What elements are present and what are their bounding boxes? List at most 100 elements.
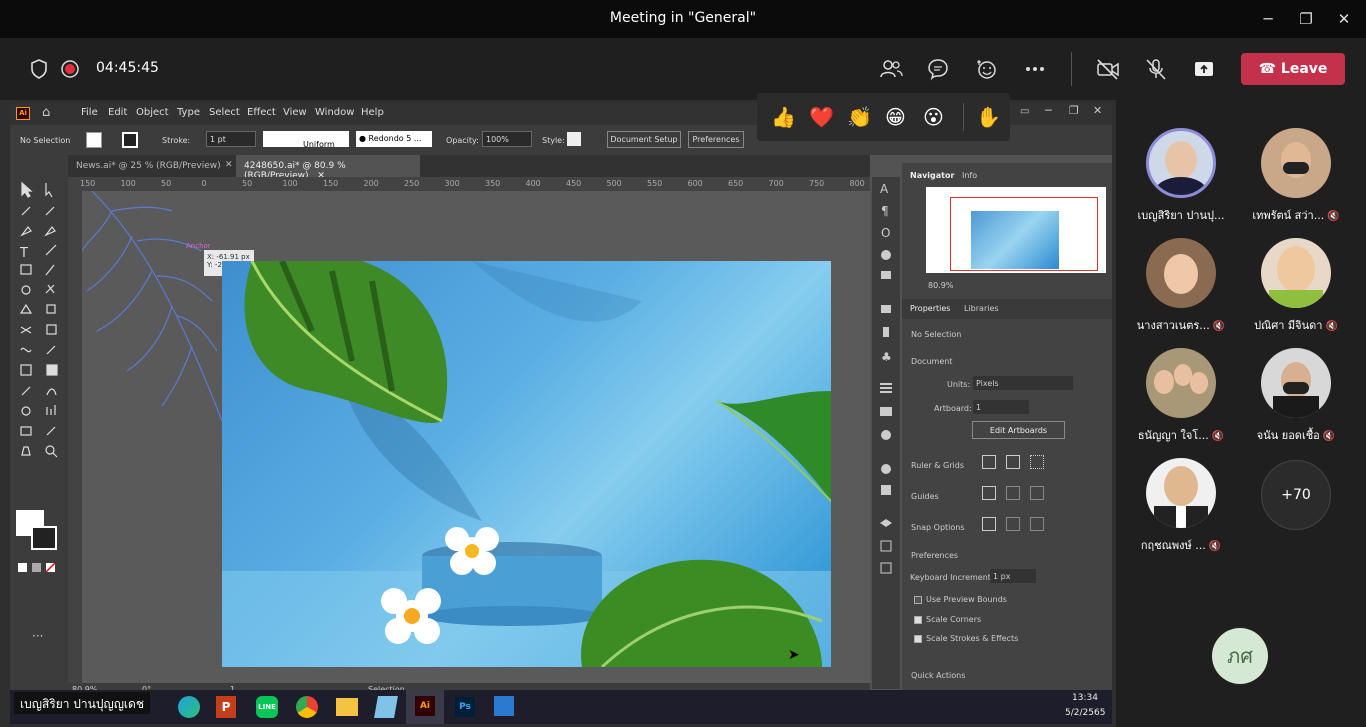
mouse-cursor-icon: ➤	[788, 647, 800, 663]
illustrator-taskbar-button[interactable]: Ai	[406, 690, 444, 724]
applause-reaction-icon[interactable]: 👏	[847, 105, 872, 129]
brush-select[interactable]: ● Redondo 5 ...	[356, 131, 432, 147]
tab-news-close-icon[interactable]: ✕	[225, 160, 233, 170]
close-button[interactable]: ✕	[1329, 6, 1359, 32]
tab-4248650[interactable]: 4248650.ai* @ 80.9 % (RGB/Preview) ✕	[236, 155, 420, 181]
transparency-grid-icon[interactable]	[1030, 455, 1044, 469]
smart-guides-icon[interactable]	[1030, 486, 1044, 500]
menu-object[interactable]: Object	[136, 107, 169, 118]
style-swatch[interactable]	[567, 132, 581, 146]
participant-tile[interactable]: นางสาวเนตร... 🔇	[1126, 238, 1236, 342]
scale-corners-label: Scale Corners	[926, 615, 982, 624]
home-icon[interactable]: ⌂	[42, 105, 50, 120]
opacity-input[interactable]: 100%	[482, 131, 532, 147]
mic-off-icon[interactable]	[1143, 56, 1169, 82]
menu-view[interactable]: View	[283, 107, 307, 118]
ai-maximize-button[interactable]: ❐	[1069, 104, 1079, 117]
fill-swatch[interactable]	[86, 132, 102, 148]
line-icon[interactable]: LINE	[256, 696, 278, 718]
tab-news[interactable]: News.ai* @ 25 % (RGB/Preview)	[76, 161, 221, 171]
tab-navigator[interactable]: Navigator	[910, 171, 954, 180]
svg-text:A: A	[880, 182, 889, 196]
artboard-select[interactable]: 1	[973, 400, 1029, 414]
menu-window[interactable]: Window	[315, 107, 354, 118]
use-preview-bounds-checkbox[interactable]: Use Preview Bounds	[914, 595, 1007, 604]
scale-corners-checkbox[interactable]: Scale Corners	[914, 615, 981, 624]
heart-reaction-icon[interactable]: ❤️	[809, 105, 834, 129]
arrange-icon[interactable]: ▭	[1020, 106, 1029, 117]
photoshop-icon[interactable]: Ps	[455, 697, 475, 717]
self-avatar[interactable]: ภศ	[1212, 628, 1268, 684]
chat-icon[interactable]	[925, 56, 951, 82]
edge-icon[interactable]	[178, 696, 200, 718]
surprised-reaction-icon[interactable]: 😮	[923, 105, 944, 129]
photos-icon[interactable]	[494, 696, 514, 716]
menu-help[interactable]: Help	[361, 107, 384, 118]
participant-tile[interactable]: เทพรัตน์ สว่า... 🔇	[1241, 128, 1351, 232]
snap-glyph-icon[interactable]	[1030, 517, 1044, 531]
minimize-button[interactable]: ─	[1253, 6, 1283, 32]
ruler-tick-label: 650	[728, 179, 744, 188]
participant-tile[interactable]: จนัน ยอดเชื้อ 🔇	[1241, 348, 1351, 452]
people-icon[interactable]	[878, 56, 904, 82]
snap-pixel-icon[interactable]	[1006, 517, 1020, 531]
snap-point-icon[interactable]	[982, 517, 996, 531]
navigator-preview[interactable]	[926, 187, 1106, 273]
participant-name-text: กฤชณพงษ์ ...	[1140, 539, 1206, 552]
tab-libraries[interactable]: Libraries	[964, 304, 999, 313]
ruler-tick-label: 0	[201, 179, 207, 188]
navigator-zoom[interactable]: 80.9%	[928, 281, 953, 290]
artwork-illustration	[222, 261, 831, 667]
ai-close-button[interactable]: ✕	[1093, 104, 1102, 117]
keyboard-increment-input[interactable]: 1 px	[990, 569, 1036, 583]
participant-tile[interactable]: ธนัญญา ใจโ... 🔇	[1126, 348, 1236, 452]
canvas[interactable]: Anchor X: -61.91 px Y: -26.28 px	[82, 191, 870, 683]
app-icon[interactable]	[374, 696, 398, 718]
edit-artboards-button[interactable]: Edit Artboards	[972, 421, 1065, 439]
participant-tile[interactable]: เบญสิริยา ปานปุ...	[1126, 128, 1236, 232]
tools-icon-grid[interactable]: T ···	[10, 155, 68, 675]
reactions-icon[interactable]	[973, 56, 999, 82]
powerpoint-icon[interactable]: P	[216, 696, 236, 718]
participant-tile[interactable]: ปณิศา มีจินดา 🔇	[1241, 238, 1351, 342]
laugh-reaction-icon[interactable]: 😁	[885, 105, 906, 129]
guides-label: Guides	[911, 492, 939, 501]
chrome-icon[interactable]	[296, 696, 318, 718]
like-reaction-icon[interactable]: 👍	[771, 105, 796, 129]
more-icon[interactable]	[1022, 56, 1048, 82]
participant-name: จนัน ยอดเชื้อ 🔇	[1241, 426, 1351, 444]
scale-strokes-checkbox[interactable]: Scale Strokes & Effects	[914, 634, 1018, 643]
stroke-weight-input[interactable]: 1 pt	[206, 131, 256, 147]
share-icon[interactable]	[1191, 56, 1217, 82]
presenter-name-label: เบญสิริยา ปานปุญญเดช	[14, 692, 150, 714]
stroke-swatch[interactable]	[122, 132, 138, 148]
ai-minimize-button[interactable]: ─	[1045, 104, 1052, 117]
maximize-button[interactable]: ❐	[1291, 6, 1321, 32]
panel-icons[interactable]: A ¶ O ♣	[872, 177, 900, 689]
tab-info[interactable]: Info	[962, 171, 977, 180]
menu-select[interactable]: Select	[209, 107, 240, 118]
menu-edit[interactable]: Edit	[108, 107, 127, 118]
leaf-outline-selection[interactable]	[82, 191, 232, 431]
leave-button[interactable]: ☎ Leave	[1241, 53, 1345, 85]
artboard[interactable]	[222, 261, 831, 667]
raise-hand-icon[interactable]: ✋	[976, 105, 1001, 129]
preferences-button[interactable]: Preferences	[688, 131, 744, 148]
grid-toggle-icon[interactable]	[1006, 455, 1020, 469]
menu-effect[interactable]: Effect	[247, 107, 276, 118]
show-guides-icon[interactable]	[982, 486, 996, 500]
participant-tile[interactable]: กฤชณพงษ์ ... 🔇	[1126, 458, 1236, 562]
menu-file[interactable]: File	[81, 107, 98, 118]
lock-guides-icon[interactable]	[1006, 486, 1020, 500]
units-select[interactable]: Pixels	[973, 376, 1073, 390]
tab-properties[interactable]: Properties	[910, 304, 950, 313]
file-explorer-icon[interactable]	[336, 698, 358, 716]
camera-off-icon[interactable]	[1095, 56, 1121, 82]
ruler-tick-label: 600	[687, 179, 703, 188]
more-participants-button[interactable]: +70	[1261, 460, 1331, 530]
ruler-tick-label: 300	[444, 179, 460, 188]
stroke-profile-select[interactable]: Uniform	[263, 131, 349, 149]
menu-type[interactable]: Type	[177, 107, 200, 118]
document-setup-button[interactable]: Document Setup	[607, 131, 681, 148]
ruler-toggle-icon[interactable]	[982, 455, 996, 469]
